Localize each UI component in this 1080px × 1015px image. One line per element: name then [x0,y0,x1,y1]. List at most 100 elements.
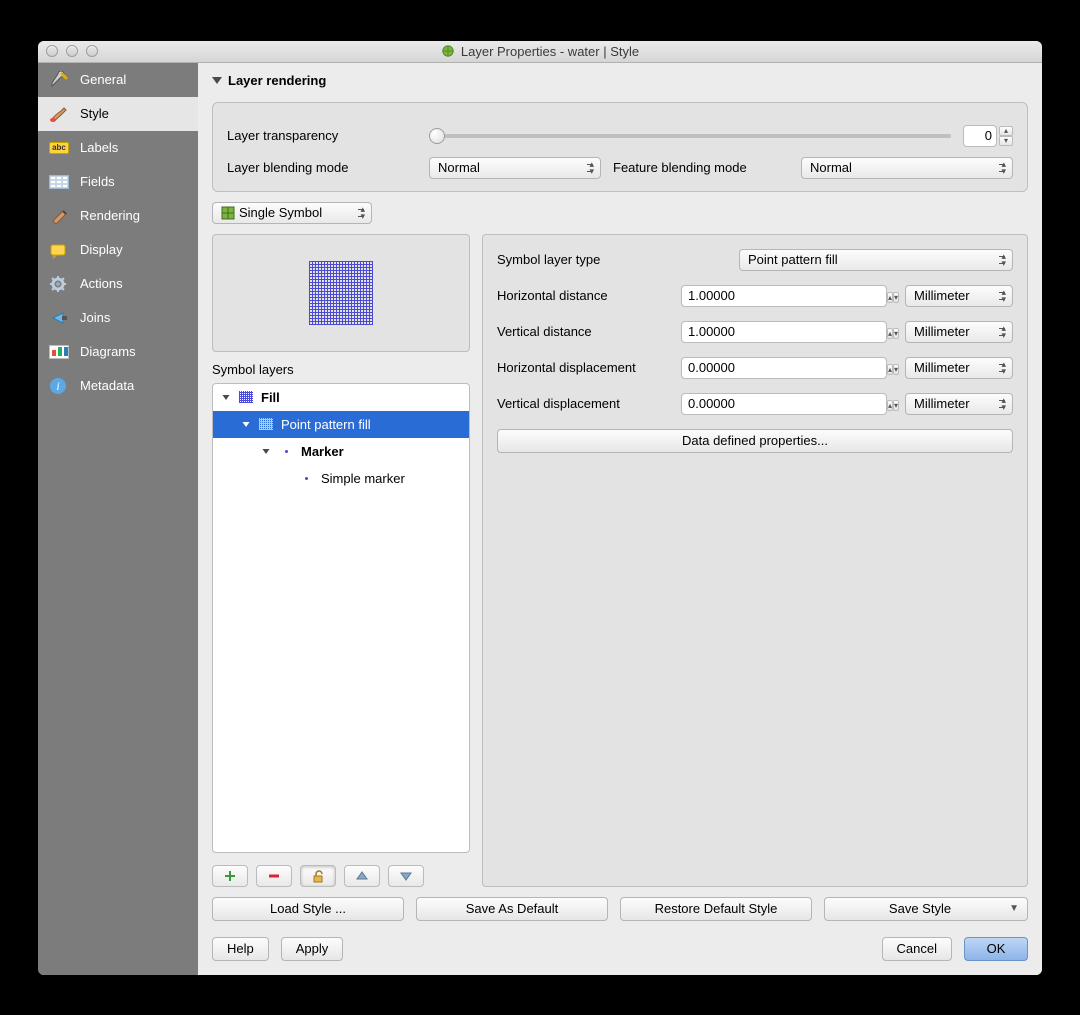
close-button[interactable] [46,45,58,57]
sidebar-item-general[interactable]: General [38,63,198,97]
vdist-input[interactable] [681,321,887,343]
layer-blend-label: Layer blending mode [227,160,417,175]
sidebar-item-label: Joins [80,310,110,325]
window-title: Layer Properties - water | Style [38,44,1042,59]
vdisp-label: Vertical displacement [497,396,675,411]
hdist-unit-combo[interactable]: Millimeter▴▾ [905,285,1013,307]
dialog-buttons-row: Help Apply Cancel OK [212,937,1028,961]
feature-blend-combo[interactable]: Normal▴▾ [801,157,1013,179]
tree-node-marker[interactable]: Marker [213,438,469,465]
zoom-button[interactable] [86,45,98,57]
apply-button[interactable]: Apply [281,937,344,961]
tree-node-fill[interactable]: Fill [213,384,469,411]
load-style-button[interactable]: Load Style ... [212,897,404,921]
cancel-button[interactable]: Cancel [882,937,952,961]
hdisp-input[interactable] [681,357,887,379]
symbol-type-combo[interactable]: Single Symbol▴▾ [212,202,372,224]
sidebar-item-display[interactable]: Display [38,233,198,267]
tree-node-simple-marker[interactable]: Simple marker [213,465,469,492]
traffic-lights [46,45,98,57]
ok-button[interactable]: OK [964,937,1028,961]
spin-down[interactable]: ▾ [999,136,1013,146]
wrench-icon [48,71,70,89]
sidebar-item-actions[interactable]: Actions [38,267,198,301]
qgis-icon [441,44,455,58]
symbol-layer-type-combo[interactable]: Point pattern fill▴▾ [739,249,1013,271]
spin-down[interactable]: ▾ [893,328,899,339]
layer-blend-combo[interactable]: Normal▴▾ [429,157,601,179]
spin-down[interactable]: ▾ [893,364,899,375]
dot-swatch-icon [299,472,313,484]
minimize-button[interactable] [66,45,78,57]
vdist-label: Vertical distance [497,324,675,339]
svg-text:i: i [56,379,59,393]
sidebar-item-diagrams[interactable]: Diagrams [38,335,198,369]
move-up-button[interactable] [344,865,380,887]
sidebar-item-label: Actions [80,276,123,291]
move-down-button[interactable] [388,865,424,887]
joins-icon [48,309,70,327]
dot-swatch-icon [279,445,293,457]
hdisp-unit-combo[interactable]: Millimeter▴▾ [905,357,1013,379]
symbol-layers-tree[interactable]: Fill Point pattern fill Marker [212,383,470,853]
layer-rendering-disclosure[interactable]: Layer rendering [212,73,1028,88]
data-defined-properties-button[interactable]: Data defined properties... [497,429,1013,453]
main-panel: Layer rendering Layer transparency ▴▾ La… [198,63,1042,975]
gear-icon [48,275,70,293]
display-icon [48,241,70,259]
tree-node-point-pattern-fill[interactable]: Point pattern fill [213,411,469,438]
transparency-slider[interactable] [429,134,951,138]
pattern-preview-icon [309,261,373,325]
triangle-up-icon [355,869,369,883]
sidebar-item-style[interactable]: Style [38,97,198,131]
triangle-down-icon [223,395,230,400]
sidebar: General Style abc Labels Fields Renderin… [38,63,198,975]
slider-thumb[interactable] [429,128,445,144]
spin-up[interactable]: ▴ [999,126,1013,136]
sidebar-item-metadata[interactable]: i Metadata [38,369,198,403]
sidebar-item-labels[interactable]: abc Labels [38,131,198,165]
sidebar-item-label: Rendering [80,208,140,223]
spin-down[interactable]: ▾ [893,400,899,411]
chevron-down-icon: ▼ [1009,903,1019,914]
hdist-input[interactable] [681,285,887,307]
brush-icon [48,105,70,123]
add-layer-button[interactable] [212,865,248,887]
titlebar: Layer Properties - water | Style [38,41,1042,63]
triangle-down-icon [399,869,413,883]
sidebar-item-label: Fields [80,174,115,189]
sidebar-item-label: Display [80,242,123,257]
remove-layer-button[interactable] [256,865,292,887]
sidebar-item-rendering[interactable]: Rendering [38,199,198,233]
triangle-down-icon [212,77,222,84]
window: Layer Properties - water | Style General… [38,41,1042,975]
sidebar-item-label: Metadata [80,378,134,393]
hdist-label: Horizontal distance [497,288,675,303]
pattern-swatch-icon [259,418,273,430]
restore-default-style-button[interactable]: Restore Default Style [620,897,812,921]
feature-blend-label: Feature blending mode [613,160,789,175]
rendering-icon [48,207,70,225]
lock-layer-button[interactable] [300,865,336,887]
style-buttons-row: Load Style ... Save As Default Restore D… [212,897,1028,921]
lock-open-icon [311,869,325,883]
save-style-button[interactable]: Save Style ▼ [824,897,1028,921]
vdisp-input[interactable] [681,393,887,415]
hdisp-label: Horizontal displacement [497,360,675,375]
sidebar-item-joins[interactable]: Joins [38,301,198,335]
symbol-preview [212,234,470,352]
transparency-input[interactable] [963,125,997,147]
spin-down[interactable]: ▾ [893,292,899,303]
pattern-swatch-icon [239,391,253,403]
single-symbol-icon [221,206,235,220]
save-as-default-button[interactable]: Save As Default [416,897,608,921]
vdist-unit-combo[interactable]: Millimeter▴▾ [905,321,1013,343]
minus-icon [267,869,281,883]
vdisp-unit-combo[interactable]: Millimeter▴▾ [905,393,1013,415]
triangle-down-icon [263,449,270,454]
plus-icon [223,869,237,883]
sidebar-item-fields[interactable]: Fields [38,165,198,199]
triangle-down-icon [243,422,250,427]
help-button[interactable]: Help [212,937,269,961]
sidebar-item-label: Style [80,106,109,121]
